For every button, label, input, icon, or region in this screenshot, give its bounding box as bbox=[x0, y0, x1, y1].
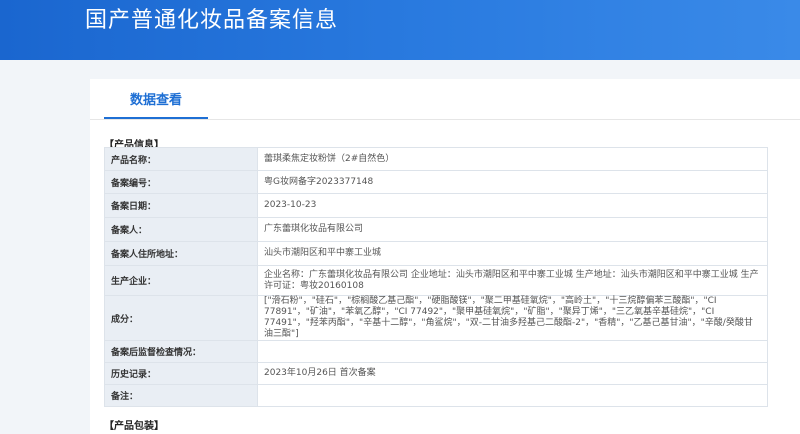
page-title: 国产普通化妆品备案信息 bbox=[85, 8, 339, 33]
row-value: 粤G妆网备字2023377148 bbox=[257, 170, 768, 194]
row-label: 成分： bbox=[104, 295, 258, 341]
table-row: 备案人住所地址： 汕头市潮阳区和平中寨工业城 bbox=[104, 241, 768, 266]
table-row: 产品名称： 蕾琪柔焦定妆粉饼（2#自然色） bbox=[104, 147, 768, 171]
table-row: 成分： ["滑石粉"，"硅石"，"棕榈酸乙基己酯"，"硬脂酸镁"，"聚二甲基硅氧… bbox=[104, 295, 768, 341]
table-row: 备案人： 广东蕾琪化妆品有限公司 bbox=[104, 217, 768, 242]
table-row: 生产企业： 企业名称：广东蕾琪化妆品有限公司 企业地址：汕头市潮阳区和平中寨工业… bbox=[104, 265, 768, 296]
table-row: 历史记录： 2023年10月26日 首次备案 bbox=[104, 362, 768, 385]
row-label: 备注： bbox=[104, 384, 258, 407]
row-value bbox=[257, 340, 768, 363]
row-value: 汕头市潮阳区和平中寨工业城 bbox=[257, 241, 768, 266]
row-value: 2023年10月26日 首次备案 bbox=[257, 362, 768, 385]
product-info-table: 产品名称： 蕾琪柔焦定妆粉饼（2#自然色） 备案编号： 粤G妆网备字202337… bbox=[104, 147, 768, 407]
content-card: 数据查看 【产品信息】 产品名称： 蕾琪柔焦定妆粉饼（2#自然色） 备案编号： … bbox=[90, 79, 800, 434]
row-value: 广东蕾琪化妆品有限公司 bbox=[257, 217, 768, 242]
row-value: 2023-10-23 bbox=[257, 193, 768, 218]
row-label: 备案日期： bbox=[104, 193, 258, 218]
table-row: 备案后监督检查情况： bbox=[104, 340, 768, 363]
table-row: 备注： bbox=[104, 384, 768, 407]
row-label: 产品名称： bbox=[104, 147, 258, 171]
row-label: 生产企业： bbox=[104, 265, 258, 296]
row-label: 备案人住所地址： bbox=[104, 241, 258, 266]
row-value bbox=[257, 384, 768, 407]
page-header: 国产普通化妆品备案信息 bbox=[0, 0, 800, 60]
row-value: 蕾琪柔焦定妆粉饼（2#自然色） bbox=[257, 147, 768, 171]
row-label: 备案后监督检查情况： bbox=[104, 340, 258, 363]
row-value: ["滑石粉"，"硅石"，"棕榈酸乙基己酯"，"硬脂酸镁"，"聚二甲基硅氧烷"，"… bbox=[257, 295, 768, 341]
table-row: 备案日期： 2023-10-23 bbox=[104, 193, 768, 218]
row-label: 备案人： bbox=[104, 217, 258, 242]
tab-data-view[interactable]: 数据查看 bbox=[104, 79, 208, 119]
row-label: 历史记录： bbox=[104, 362, 258, 385]
row-value: 企业名称：广东蕾琪化妆品有限公司 企业地址：汕头市潮阳区和平中寨工业城 生产地址… bbox=[257, 265, 768, 296]
tab-bar: 数据查看 bbox=[90, 79, 800, 120]
section-title-product-packaging: 【产品包装】 bbox=[104, 421, 164, 432]
table-row: 备案编号： 粤G妆网备字2023377148 bbox=[104, 170, 768, 194]
row-label: 备案编号： bbox=[104, 170, 258, 194]
